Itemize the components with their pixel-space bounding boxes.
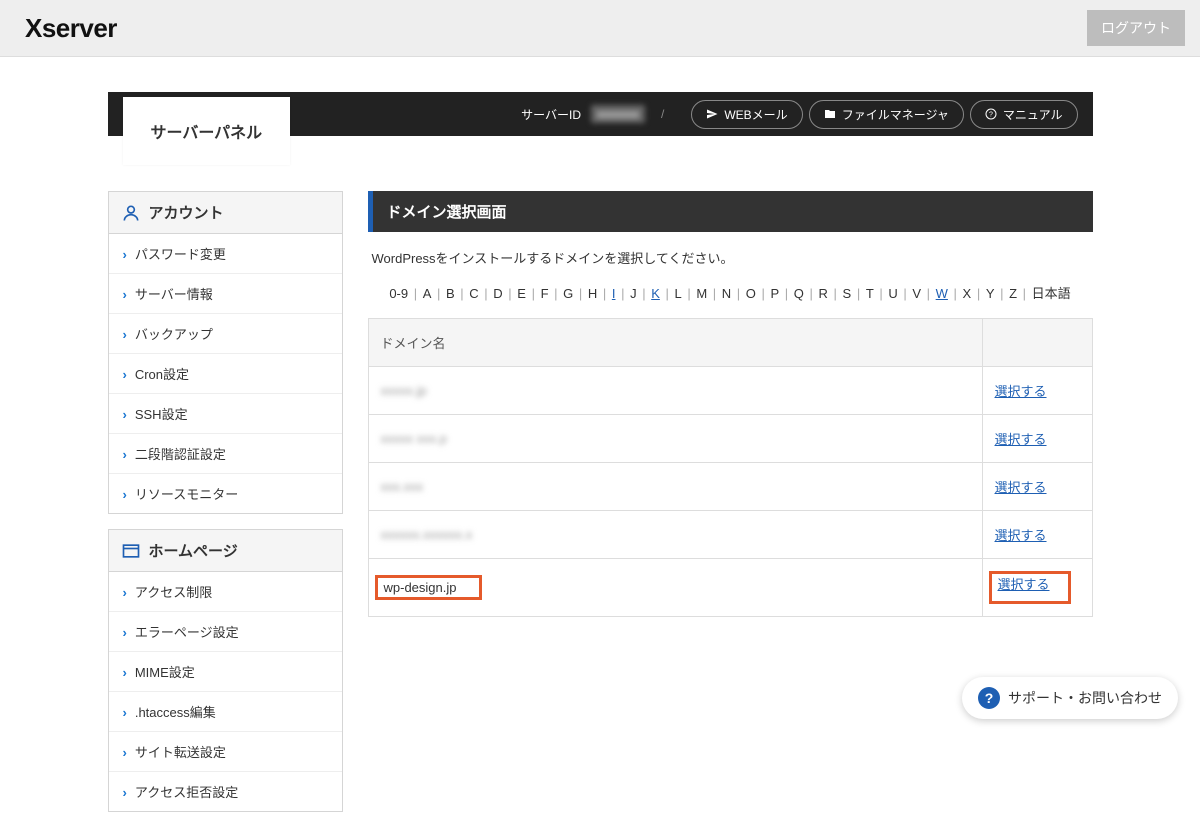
alpha-filter-S[interactable]: S xyxy=(843,286,852,301)
logout-button[interactable]: ログアウト xyxy=(1087,10,1185,46)
filemanager-label: ファイルマネージャ xyxy=(842,106,949,123)
top-bar: Xserver ログアウト xyxy=(0,0,1200,57)
server-id-label: サーバーID xyxy=(521,106,581,123)
table-row: xxxxxx.xxxxxx.x 選択する xyxy=(368,511,1092,559)
alpha-filter-N[interactable]: N xyxy=(722,286,731,301)
sidebar-account-item-2[interactable]: バックアップ xyxy=(109,314,342,353)
table-header-action xyxy=(982,319,1092,367)
alpha-filter-A[interactable]: A xyxy=(423,286,432,301)
alpha-filter-0-9[interactable]: 0-9 xyxy=(389,286,408,301)
sidebar-section-homepage: ホームページ アクセス制限エラーページ設定MIME設定.htaccess編集サイ… xyxy=(108,529,343,812)
svg-text:?: ? xyxy=(989,112,993,119)
alpha-filter-R[interactable]: R xyxy=(819,286,828,301)
alpha-filter-X[interactable]: X xyxy=(963,286,972,301)
folder-icon xyxy=(824,108,836,120)
sidebar: アカウント パスワード変更サーバー情報バックアップCron設定SSH設定二段階認… xyxy=(108,191,343,827)
alpha-filter-T[interactable]: T xyxy=(866,286,874,301)
main-content: ドメイン選択画面 WordPressをインストールするドメインを選択してください… xyxy=(368,191,1093,827)
sidebar-homepage-item-2[interactable]: MIME設定 xyxy=(109,652,342,691)
sidebar-account-item-5[interactable]: 二段階認証設定 xyxy=(109,434,342,473)
sidebar-account-item-4[interactable]: SSH設定 xyxy=(109,394,342,433)
alpha-filter-M[interactable]: M xyxy=(696,286,707,301)
select-domain-link[interactable]: 選択する xyxy=(998,577,1050,592)
sidebar-header-account: アカウント xyxy=(109,192,342,234)
panel-title: サーバーパネル xyxy=(123,97,291,165)
alpha-filter-I[interactable]: I xyxy=(612,286,616,301)
sidebar-account-title: アカウント xyxy=(149,202,224,223)
alpha-filter-E[interactable]: E xyxy=(517,286,526,301)
select-domain-link[interactable]: 選択する xyxy=(995,432,1047,447)
manual-label: マニュアル xyxy=(1003,106,1063,123)
alpha-filter-日本語[interactable]: 日本語 xyxy=(1032,286,1071,301)
action-cell: 選択する xyxy=(982,463,1092,511)
alpha-filter-L[interactable]: L xyxy=(674,286,681,301)
alpha-filter-K[interactable]: K xyxy=(651,286,660,301)
alpha-filter-J[interactable]: J xyxy=(630,286,637,301)
support-fab[interactable]: ? サポート・お問い合わせ xyxy=(962,677,1178,719)
sidebar-homepage-item-1[interactable]: エラーページ設定 xyxy=(109,612,342,651)
domain-cell: xxxxx.jp xyxy=(368,367,982,415)
alpha-filter-row: 0-9 | A | B | C | D | E | F | G | H | I … xyxy=(368,283,1093,318)
webmail-label: WEBメール xyxy=(724,106,787,123)
server-id-display: サーバーID xxxxxxx / xyxy=(521,105,670,123)
question-circle-icon: ? xyxy=(985,108,997,120)
table-row: xxxxx.jp 選択する xyxy=(368,367,1092,415)
alpha-filter-Y[interactable]: Y xyxy=(986,286,995,301)
sidebar-homepage-item-0[interactable]: アクセス制限 xyxy=(109,572,342,611)
alpha-filter-H[interactable]: H xyxy=(588,286,597,301)
action-cell: 選択する xyxy=(982,415,1092,463)
webmail-button[interactable]: WEBメール xyxy=(691,100,802,129)
user-icon xyxy=(121,203,141,223)
header-blackbar: サーバーパネル サーバーID xxxxxxx / WEBメール ファイルマネージ… xyxy=(108,92,1093,136)
domain-cell: xxx.xxx xyxy=(368,463,982,511)
table-header-domain: ドメイン名 xyxy=(368,319,982,367)
select-domain-link[interactable]: 選択する xyxy=(995,480,1047,495)
support-fab-label: サポート・お問い合わせ xyxy=(1008,688,1162,708)
sidebar-account-item-6[interactable]: リソースモニター xyxy=(109,474,342,513)
table-row: wp-design.jp 選択する xyxy=(368,559,1092,617)
sidebar-account-item-1[interactable]: サーバー情報 xyxy=(109,274,342,313)
action-cell: 選択する xyxy=(982,559,1092,617)
table-row: xxxxx xxx.p 選択する xyxy=(368,415,1092,463)
main-description: WordPressをインストールするドメインを選択してください。 xyxy=(368,232,1093,283)
alpha-filter-C[interactable]: C xyxy=(469,286,478,301)
sidebar-homepage-title: ホームページ xyxy=(149,540,238,561)
alpha-filter-P[interactable]: P xyxy=(771,286,780,301)
sidebar-homepage-item-3[interactable]: .htaccess編集 xyxy=(109,692,342,731)
action-cell: 選択する xyxy=(982,367,1092,415)
sidebar-homepage-item-4[interactable]: サイト転送設定 xyxy=(109,732,342,771)
sidebar-account-item-0[interactable]: パスワード変更 xyxy=(109,234,342,273)
alpha-filter-Z[interactable]: Z xyxy=(1009,286,1017,301)
alpha-filter-V[interactable]: V xyxy=(912,286,921,301)
select-domain-link[interactable]: 選択する xyxy=(995,528,1047,543)
filemanager-button[interactable]: ファイルマネージャ xyxy=(809,100,964,129)
table-row: xxx.xxx 選択する xyxy=(368,463,1092,511)
domain-table: ドメイン名 xxxxx.jp選択するxxxxx xxx.p選択するxxx.xxx… xyxy=(368,318,1093,617)
domain-cell: xxxxxx.xxxxxx.x xyxy=(368,511,982,559)
logo: Xserver xyxy=(25,13,117,44)
sidebar-section-account: アカウント パスワード変更サーバー情報バックアップCron設定SSH設定二段階認… xyxy=(108,191,343,514)
action-cell: 選択する xyxy=(982,511,1092,559)
main-title: ドメイン選択画面 xyxy=(368,191,1093,232)
alpha-filter-F[interactable]: F xyxy=(541,286,549,301)
domain-cell: wp-design.jp xyxy=(368,559,982,617)
paper-plane-icon xyxy=(706,108,718,120)
alpha-filter-D[interactable]: D xyxy=(493,286,502,301)
sidebar-homepage-item-5[interactable]: アクセス拒否設定 xyxy=(109,772,342,811)
alpha-filter-U[interactable]: U xyxy=(888,286,897,301)
sidebar-header-homepage: ホームページ xyxy=(109,530,342,572)
sidebar-account-item-3[interactable]: Cron設定 xyxy=(109,354,342,393)
domain-cell: xxxxx xxx.p xyxy=(368,415,982,463)
alpha-filter-G[interactable]: G xyxy=(563,286,573,301)
question-icon: ? xyxy=(978,687,1000,709)
alpha-filter-Q[interactable]: Q xyxy=(794,286,804,301)
alpha-filter-W[interactable]: W xyxy=(936,286,948,301)
server-id-value: xxxxxxx xyxy=(591,105,645,123)
select-domain-link[interactable]: 選択する xyxy=(995,384,1047,399)
manual-button[interactable]: ? マニュアル xyxy=(970,100,1078,129)
alpha-filter-O[interactable]: O xyxy=(746,286,756,301)
alpha-filter-B[interactable]: B xyxy=(446,286,455,301)
window-icon xyxy=(121,541,141,561)
